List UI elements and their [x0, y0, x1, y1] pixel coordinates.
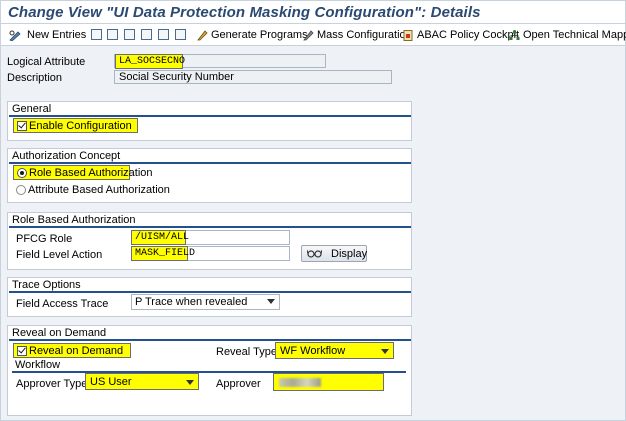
- group-title-underline: [9, 162, 411, 164]
- pencil-glasses-icon: [9, 30, 21, 41]
- group-title-underline: [9, 339, 411, 341]
- role-based-authorization-title: Role Based Authorization: [12, 214, 136, 226]
- generate-programs-label: Generate Programs: [211, 29, 308, 41]
- select-all-icon[interactable]: [141, 29, 152, 40]
- chevron-down-icon: [186, 380, 194, 385]
- display-button[interactable]: Display: [301, 245, 367, 262]
- undo-change-icon[interactable]: [124, 29, 135, 40]
- field-level-action-label: Field Level Action: [16, 249, 103, 261]
- pfcg-role-value: /UISM/ALL: [131, 230, 189, 245]
- glasses-icon: [306, 248, 323, 262]
- reveal-type-dropdown[interactable]: WF Workflow: [275, 342, 394, 359]
- open-technical-mapping-label: Open Technical Mapping: [523, 29, 626, 41]
- reveal-type-label: Reveal Type: [216, 346, 277, 358]
- field-access-trace-value: P Trace when revealed: [135, 296, 248, 308]
- enable-configuration-checkbox[interactable]: Enable Configuration: [13, 118, 138, 133]
- chevron-down-icon: [381, 349, 389, 354]
- hierarchy-icon: [509, 30, 520, 41]
- field-level-action-value: MASK_FIELD: [131, 246, 195, 261]
- description-field: Social Security Number: [114, 70, 392, 84]
- radio-unselected-icon: [16, 185, 26, 195]
- policy-document-icon: [403, 29, 414, 41]
- logical-attribute-value: LA_SOCSECNO: [115, 54, 185, 69]
- application-toolbar: New Entries Generate Programs Mass Confi…: [0, 24, 626, 46]
- copy-as-icon[interactable]: [91, 29, 102, 40]
- attribute-based-authorization-label: Attribute Based Authorization: [28, 184, 170, 196]
- reveal-on-demand-title: Reveal on Demand: [12, 327, 107, 339]
- new-entries-label: New Entries: [27, 29, 87, 41]
- approver-type-label: Approver Type: [16, 378, 88, 390]
- pfcg-role-label: PFCG Role: [16, 233, 73, 245]
- delete-icon[interactable]: [107, 29, 118, 40]
- enable-configuration-label: Enable Configuration: [29, 120, 132, 132]
- pencil-icon: [303, 29, 314, 41]
- chevron-down-icon: [267, 299, 275, 304]
- field-access-trace-dropdown[interactable]: P Trace when revealed: [131, 294, 280, 310]
- abac-policy-cockpit-label: ABAC Policy Cockpit: [417, 29, 520, 41]
- mass-configuration-label: Mass Configuration: [317, 29, 412, 41]
- deselect-all-icon[interactable]: [175, 29, 186, 40]
- approver-type-dropdown[interactable]: US User: [85, 373, 199, 390]
- role-based-authorization-radio[interactable]: Role Based Authorization: [13, 165, 153, 180]
- window-title-bar: Change View "UI Data Protection Masking …: [0, 0, 626, 24]
- open-technical-mapping-button[interactable]: Open Technical Mapping: [509, 28, 626, 42]
- logical-attribute-label: Logical Attribute: [7, 56, 86, 68]
- select-block-icon[interactable]: [158, 29, 169, 40]
- approver-input[interactable]: [273, 373, 384, 391]
- checkbox-checked-icon: [17, 121, 27, 131]
- radio-selected-icon: [17, 168, 27, 178]
- generate-programs-button[interactable]: Generate Programs: [197, 28, 308, 42]
- description-label: Description: [7, 72, 63, 84]
- group-title-underline: [9, 115, 411, 117]
- reveal-on-demand-label: Reveal on Demand: [29, 345, 124, 357]
- approver-type-value: US User: [90, 376, 132, 388]
- approver-label: Approver: [216, 378, 261, 390]
- general-group-title: General: [12, 103, 52, 115]
- display-button-label: Display: [331, 248, 368, 260]
- group-title-underline: [9, 291, 411, 293]
- field-access-trace-label: Field Access Trace: [16, 298, 109, 310]
- attribute-based-authorization-radio[interactable]: Attribute Based Authorization: [15, 183, 170, 197]
- reveal-on-demand-checkbox[interactable]: Reveal on Demand: [13, 343, 131, 358]
- authorization-concept-title: Authorization Concept: [12, 150, 121, 162]
- pencil-icon: [197, 29, 208, 41]
- role-based-authorization-label: Role Based Authorization: [29, 167, 153, 179]
- new-entries-button[interactable]: New Entries: [9, 28, 86, 42]
- approver-redacted-value: [279, 378, 321, 387]
- mass-configuration-button[interactable]: Mass Configuration: [303, 28, 412, 42]
- reveal-type-value: WF Workflow: [280, 345, 346, 357]
- trace-options-title: Trace Options: [12, 279, 81, 291]
- workflow-title: Workflow: [15, 359, 61, 371]
- page-title: Change View "UI Data Protection Masking …: [8, 4, 481, 21]
- abac-policy-cockpit-button[interactable]: ABAC Policy Cockpit: [403, 28, 519, 42]
- checkbox-checked-icon: [17, 346, 27, 356]
- group-title-underline: [9, 226, 411, 228]
